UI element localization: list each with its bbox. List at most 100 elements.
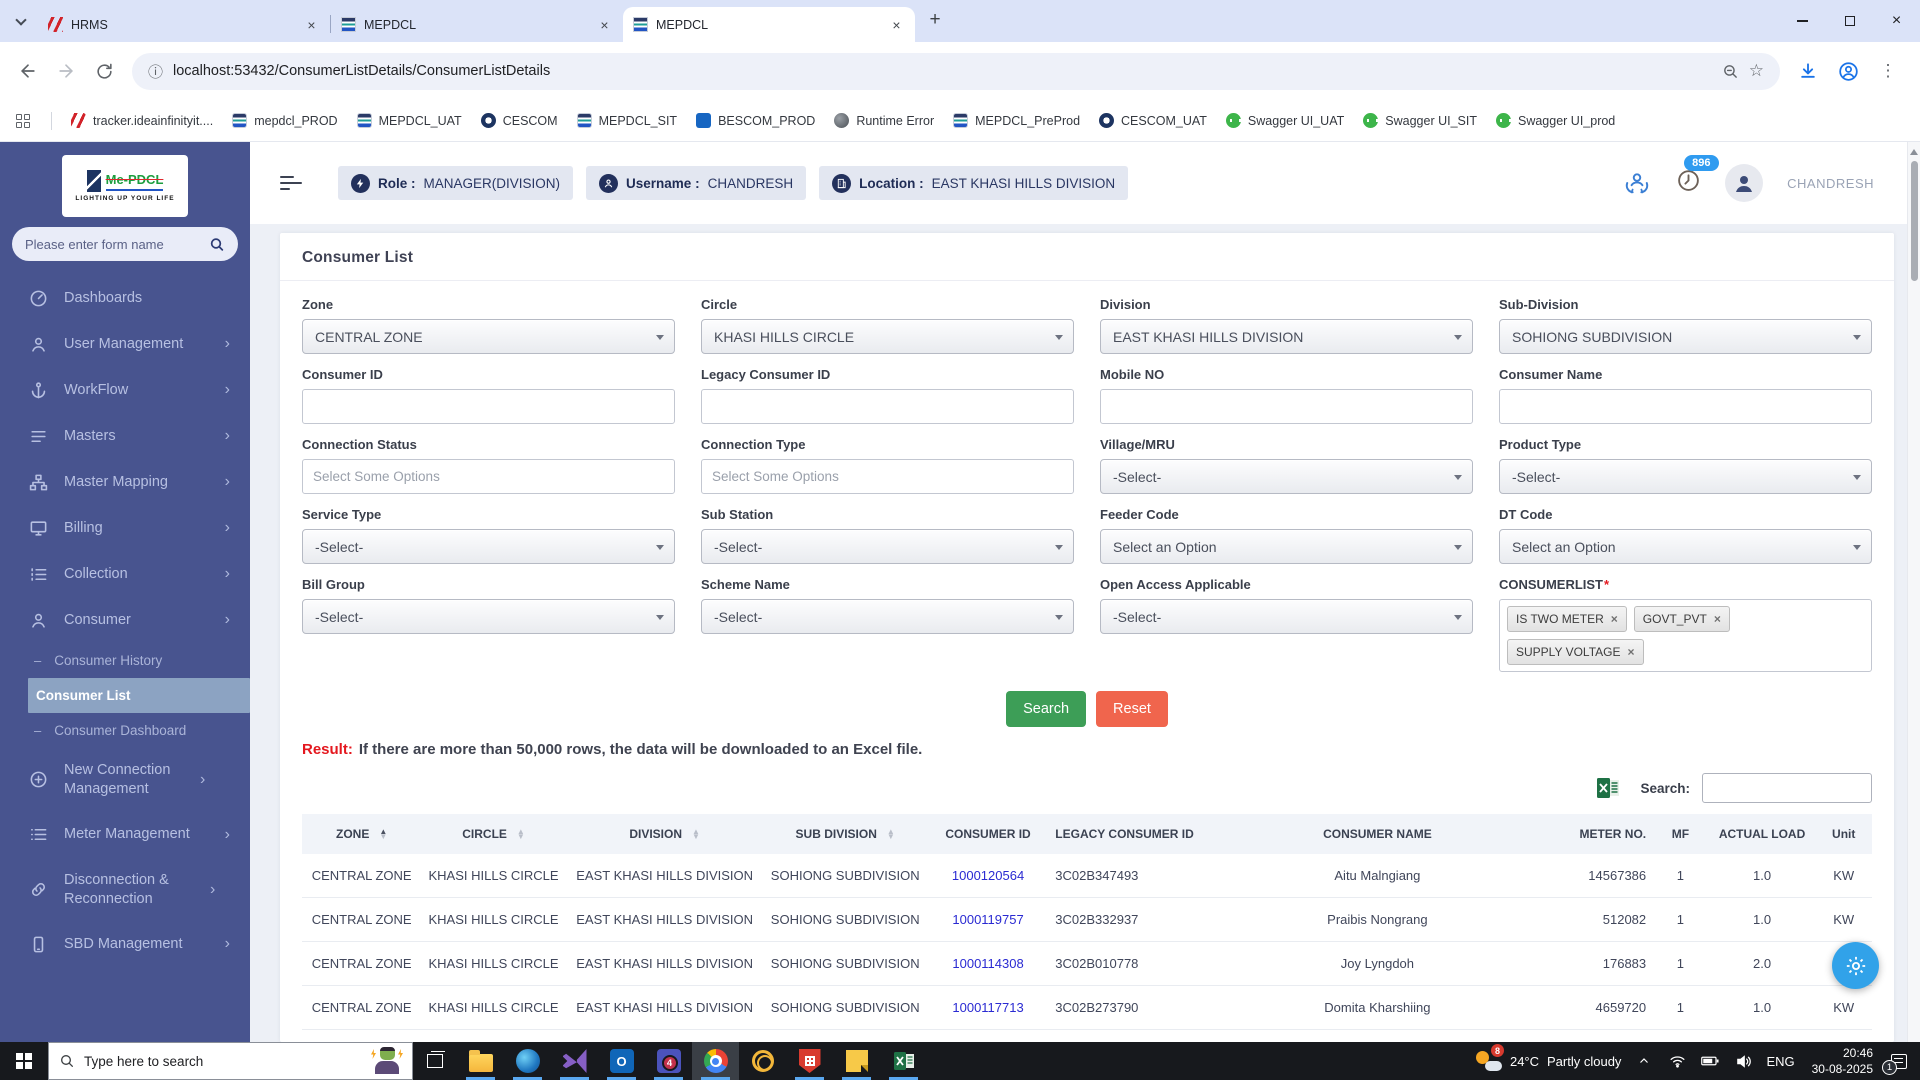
close-window-button[interactable]: × <box>1873 0 1920 42</box>
browser-menu-button[interactable]: ⋮ <box>1870 53 1906 89</box>
bookmark-item[interactable]: CESCOM <box>481 113 558 128</box>
taskbar-outlook[interactable]: O <box>598 1042 645 1080</box>
taskbar-search-input[interactable] <box>84 1054 402 1069</box>
tab-search-button[interactable] <box>8 8 34 34</box>
taskbar-edge[interactable] <box>504 1042 551 1080</box>
village-mru-select[interactable]: -Select- <box>1100 459 1473 494</box>
taskbar-search[interactable] <box>48 1042 413 1080</box>
sidebar-item-consumer[interactable]: Consumer › <box>0 597 250 643</box>
sidebar-item-consumer-list-active[interactable]: Consumer List <box>28 678 250 713</box>
sidebar-item-consumer-dashboard[interactable]: – Consumer Dashboard <box>0 713 250 748</box>
taskbar-file-explorer[interactable] <box>457 1042 504 1080</box>
address-bar[interactable]: ⓘ localhost:53432/ConsumerListDetails/Co… <box>132 53 1780 90</box>
circle-select[interactable]: KHASI HILLS CIRCLE <box>701 319 1074 354</box>
chip-close-icon[interactable]: × <box>1611 612 1618 626</box>
volume-button[interactable] <box>1733 1049 1753 1073</box>
bookmark-item[interactable]: CESCOM_UAT <box>1099 113 1207 128</box>
tray-overflow-button[interactable] <box>1634 1049 1654 1073</box>
sidebar-item-new-connection-management[interactable]: New Connection Management › <box>0 748 250 812</box>
weather-widget[interactable]: 8 24°C Partly cloudy <box>1476 1049 1621 1073</box>
col-unit[interactable]: Unit <box>1815 814 1872 854</box>
scrollbar-thumb[interactable] <box>1911 161 1918 281</box>
settings-fab[interactable] <box>1832 942 1879 989</box>
sidebar-item-masters[interactable]: Masters › <box>0 413 250 459</box>
profile-name[interactable]: CHANDRESH <box>1787 176 1874 191</box>
action-center-button[interactable]: 1 <box>1886 1049 1912 1073</box>
tab-close-icon[interactable]: × <box>596 16 613 33</box>
taskbar-chrome-active[interactable] <box>692 1042 739 1080</box>
sidebar-item-billing[interactable]: Billing › <box>0 505 250 551</box>
page-scrollbar[interactable] <box>1907 142 1920 1042</box>
sidebar-item-sbd-management[interactable]: SBD Management › <box>0 921 250 967</box>
bookmark-item[interactable]: MEPDCL_SIT <box>577 113 678 128</box>
consumer-id-link[interactable]: 1000119757 <box>952 912 1023 927</box>
switch-user-icon[interactable] <box>1622 170 1652 196</box>
consumer-id-input[interactable] <box>302 389 675 424</box>
bookmark-item[interactable]: Swagger UI_UAT <box>1226 113 1344 128</box>
back-button[interactable] <box>10 53 46 89</box>
sidebar-item-disconnection-reconnection[interactable]: Disconnection & Reconnection › <box>0 858 250 922</box>
taskbar-teams[interactable]: T4 <box>645 1042 692 1080</box>
profile-button[interactable] <box>1830 53 1866 89</box>
scheme-name-select[interactable]: -Select- <box>701 599 1074 634</box>
legacy-consumer-id-input[interactable] <box>701 389 1074 424</box>
col-division[interactable]: DIVISION▲▼ <box>566 814 764 854</box>
excel-export-icon[interactable] <box>1596 776 1620 800</box>
sidebar-item-consumer-history[interactable]: – Consumer History <box>0 643 250 678</box>
reset-button[interactable]: Reset <box>1096 691 1168 727</box>
open-access-select[interactable]: -Select- <box>1100 599 1473 634</box>
col-zone[interactable]: ZONE▲▼ <box>302 814 421 854</box>
maximize-button[interactable] <box>1826 0 1873 42</box>
consumer-name-input[interactable] <box>1499 389 1872 424</box>
taskbar-sticky-notes[interactable] <box>833 1042 880 1080</box>
language-indicator[interactable]: ENG <box>1766 1054 1794 1069</box>
bookmark-item[interactable]: mepdcl_PROD <box>232 113 337 128</box>
chip-supply-voltage[interactable]: SUPPLY VOLTAGE× <box>1507 639 1644 665</box>
zone-select[interactable]: CENTRAL ZONE <box>302 319 675 354</box>
tab-close-icon[interactable]: × <box>303 16 320 33</box>
consumer-id-link[interactable]: 1000117713 <box>952 1000 1023 1015</box>
avatar[interactable] <box>1725 164 1763 202</box>
tab-close-icon[interactable]: × <box>888 16 905 33</box>
consumerlist-multiselect[interactable]: IS TWO METER× GOVT_PVT× SUPPLY VOLTAGE× <box>1499 599 1872 672</box>
sidebar-item-collection[interactable]: Collection › <box>0 551 250 597</box>
wifi-button[interactable] <box>1667 1049 1687 1073</box>
taskbar-yellow-app[interactable] <box>739 1042 786 1080</box>
service-type-select[interactable]: -Select- <box>302 529 675 564</box>
sidebar-item-master-mapping[interactable]: Master Mapping › <box>0 459 250 505</box>
bookmark-star-icon[interactable]: ☆ <box>1749 61 1764 81</box>
url-text[interactable]: localhost:53432/ConsumerListDetails/Cons… <box>173 63 1712 79</box>
sidebar-toggle-button[interactable] <box>280 176 302 190</box>
taskbar-visual-studio[interactable] <box>551 1042 598 1080</box>
chip-close-icon[interactable]: × <box>1627 645 1634 659</box>
bookmark-item[interactable]: Swagger UI_prod <box>1496 113 1615 128</box>
col-meter-no[interactable]: METER NO. <box>1523 814 1652 854</box>
search-highlight-character[interactable] <box>370 1045 404 1079</box>
dt-code-select[interactable]: Select an Option <box>1499 529 1872 564</box>
tab-mepdcl-2-active[interactable]: MEPDCL × <box>623 7 915 42</box>
zoom-indicator-icon[interactable] <box>1722 63 1739 80</box>
taskbar-excel[interactable] <box>880 1042 927 1080</box>
downloads-button[interactable] <box>1790 53 1826 89</box>
connection-status-multiselect[interactable] <box>302 459 675 494</box>
scroll-up-icon[interactable] <box>1910 149 1918 155</box>
sidebar-search-input[interactable] <box>25 237 201 252</box>
col-legacy-consumer-id[interactable]: LEGACY CONSUMER ID <box>1049 814 1231 854</box>
apps-grid-icon[interactable] <box>16 114 30 128</box>
bill-group-select[interactable]: -Select- <box>302 599 675 634</box>
table-search-input[interactable] <box>1702 773 1872 803</box>
col-mf[interactable]: MF <box>1652 814 1709 854</box>
consumer-id-link[interactable]: 1000120564 <box>952 868 1024 883</box>
task-view-button[interactable] <box>413 1042 457 1080</box>
battery-button[interactable] <box>1700 1049 1720 1073</box>
mobile-no-input[interactable] <box>1100 389 1473 424</box>
consumer-id-link[interactable]: 1000114308 <box>952 956 1023 971</box>
minimize-button[interactable] <box>1779 0 1826 42</box>
bookmark-item[interactable]: Runtime Error <box>834 113 934 128</box>
reload-button[interactable] <box>86 53 122 89</box>
search-button[interactable]: Search <box>1006 691 1086 727</box>
col-actual-load[interactable]: ACTUAL LOAD <box>1709 814 1816 854</box>
sidebar-item-dashboards[interactable]: Dashboards <box>0 275 250 321</box>
sidebar-search[interactable] <box>12 227 238 261</box>
connection-type-multiselect[interactable] <box>701 459 1074 494</box>
